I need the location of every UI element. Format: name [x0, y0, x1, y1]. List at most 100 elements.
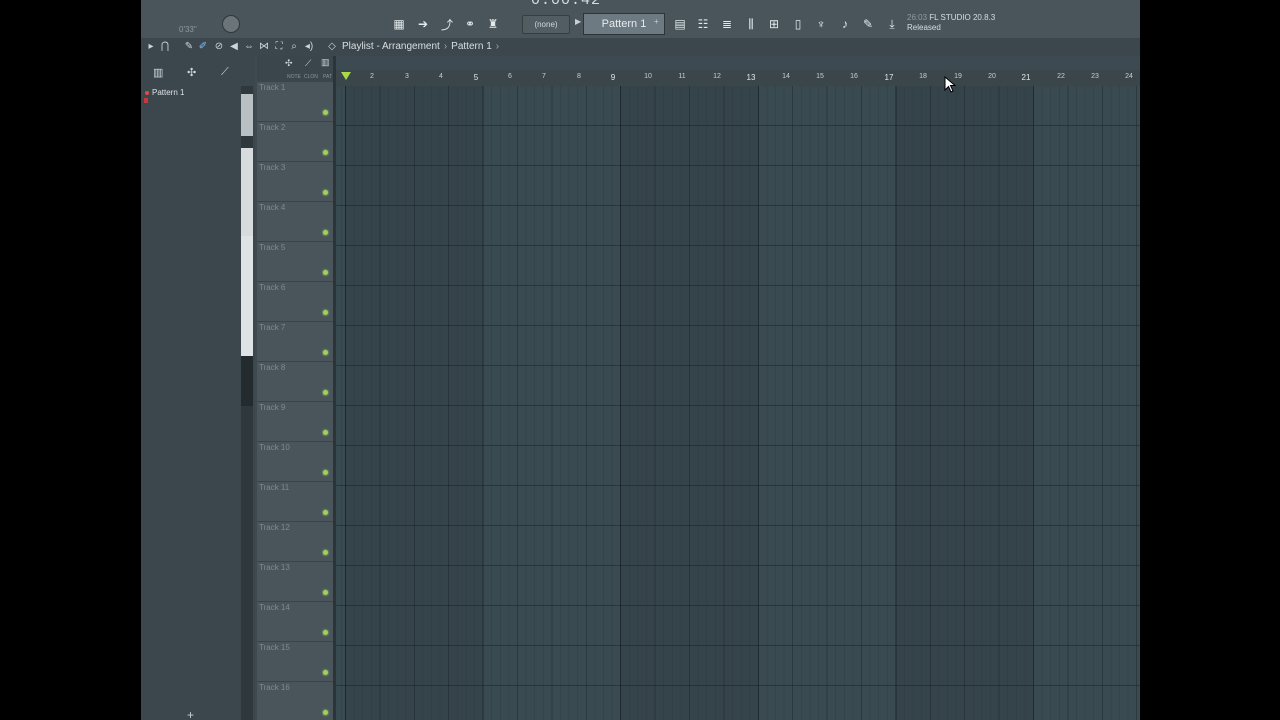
master-volume-knob[interactable] — [222, 15, 240, 33]
automation-view-icon[interactable]: ⟋ — [221, 66, 229, 79]
slide-icon[interactable]: ⟋ — [305, 58, 311, 69]
track-mute-led[interactable] — [323, 470, 328, 475]
pattern-block-icon[interactable]: ▥ — [321, 57, 330, 68]
track-header[interactable]: Track 2 — [257, 122, 333, 162]
track-mute-led[interactable] — [323, 550, 328, 555]
track-header[interactable]: Track 11 — [257, 482, 333, 522]
track-header[interactable]: Track 10 — [257, 442, 333, 482]
track-name: Track 16 — [259, 683, 290, 692]
track-mute-led[interactable] — [323, 390, 328, 395]
channel-rack-icon[interactable]: ☷ — [693, 15, 713, 33]
track-mute-led[interactable] — [323, 110, 328, 115]
track-header[interactable]: Track 9 — [257, 402, 333, 442]
playback-icon[interactable]: ◂) — [303, 41, 315, 53]
pattern-add-icon[interactable]: + — [654, 17, 659, 26]
hierarchy-icon[interactable]: ⊞ — [764, 15, 784, 33]
pattern-selector[interactable]: Pattern 1 — [583, 13, 665, 35]
track-header[interactable]: Track 5 — [257, 242, 333, 282]
track-header[interactable]: Track 4 — [257, 202, 333, 242]
track-header[interactable]: Track 15 — [257, 642, 333, 682]
paint-brush-icon[interactable]: ✐ — [197, 41, 209, 53]
bar-number: 8 — [577, 73, 581, 80]
picker-panel: ▥ ✣ ⟋ Pattern 1 + — [141, 56, 255, 720]
playlist-icon[interactable]: ▤ — [670, 15, 690, 33]
pattern-view-icon[interactable]: ▥ — [153, 66, 163, 79]
track-header[interactable]: Track 16 — [257, 682, 333, 720]
header-label-note: NOTE — [287, 74, 301, 80]
picker-scrollbar[interactable] — [241, 86, 253, 720]
bar-number: 2 — [370, 73, 374, 80]
timeline-ruler[interactable]: 2 3 4 5 6 7 8 9 10 11 12 13 14 15 16 17 … — [336, 70, 1140, 87]
arrow-right-icon[interactable]: ➔ — [413, 15, 433, 33]
header-label-clon: CLON — [304, 74, 318, 80]
pattern-prev-icon[interactable]: ▶ — [575, 17, 581, 26]
breadcrumb-separator-end: › — [495, 41, 500, 52]
mouse-cursor-icon — [944, 76, 957, 93]
track-mute-led[interactable] — [323, 670, 328, 675]
pencil-icon[interactable]: ✎ — [183, 41, 195, 53]
picker-item-pattern-1[interactable]: Pattern 1 — [145, 88, 241, 98]
snap-selector[interactable]: (none) — [522, 15, 570, 34]
plugin-icon[interactable]: ♆ — [811, 15, 831, 33]
download-icon[interactable]: ⤓ — [882, 15, 902, 33]
wrench-icon[interactable]: ✎ — [858, 15, 878, 33]
bar-number: 20 — [988, 73, 996, 80]
mute-icon[interactable]: ◀ — [228, 41, 240, 53]
link-icon[interactable]: ⚭ — [460, 15, 480, 33]
scroll-segment — [241, 148, 253, 240]
picker-item-label: Pattern 1 — [152, 88, 185, 97]
track-mute-led[interactable] — [323, 710, 328, 715]
browser-icon[interactable]: ▯ — [788, 15, 808, 33]
breadcrumb-playlist[interactable]: Playlist - Arrangement — [342, 41, 440, 52]
track-header[interactable]: Track 8 — [257, 362, 333, 402]
magnet-icon[interactable]: ⋂ — [159, 41, 171, 53]
track-name: Track 12 — [259, 523, 290, 532]
bar-number: 11 — [678, 73, 686, 80]
slip-icon[interactable]: ⇔ — [243, 41, 255, 53]
tempo-icon[interactable]: ♪ — [835, 15, 855, 33]
arrange-arrows-icon[interactable]: ◇ — [326, 41, 338, 53]
track-header[interactable]: Track 14 — [257, 602, 333, 642]
track-mute-led[interactable] — [323, 510, 328, 515]
select-icon[interactable]: ⛶ — [273, 41, 285, 53]
track-header[interactable]: Track 13 — [257, 562, 333, 602]
slice-icon[interactable]: ⋈ — [258, 41, 270, 53]
playhead-marker[interactable] — [341, 72, 351, 80]
track-mute-led[interactable] — [323, 230, 328, 235]
track-name: Track 4 — [259, 203, 286, 212]
mixer-icon[interactable]: ≣ — [717, 15, 737, 33]
curve-icon[interactable]: ⤴ — [437, 15, 457, 33]
piano-roll-icon[interactable]: ▦ — [389, 15, 409, 33]
track-mute-led[interactable] — [323, 270, 328, 275]
hint-time: 26:03 — [907, 13, 928, 22]
zoom-icon[interactable]: ⌕ — [288, 41, 300, 53]
playlist-menu-icon[interactable]: ▸ — [145, 41, 157, 53]
breadcrumb-separator: › — [443, 41, 448, 52]
breadcrumb-pattern[interactable]: Pattern 1 — [451, 41, 492, 52]
add-icon[interactable]: + — [187, 708, 194, 720]
track-header[interactable]: Track 6 — [257, 282, 333, 322]
track-mute-led[interactable] — [323, 430, 328, 435]
picker-tools: ▥ ✣ ⟋ — [141, 56, 255, 86]
track-mute-led[interactable] — [323, 310, 328, 315]
track-mute-led[interactable] — [323, 590, 328, 595]
track-mute-led[interactable] — [323, 630, 328, 635]
bar-number: 5 — [473, 73, 479, 82]
track-header[interactable]: Track 3 — [257, 162, 333, 202]
track-header[interactable]: Track 1 — [257, 82, 333, 122]
track-mute-led[interactable] — [323, 350, 328, 355]
move-icon[interactable]: ✣ — [285, 58, 293, 69]
breadcrumb: Playlist - Arrangement › Pattern 1 › — [342, 41, 503, 52]
delete-icon[interactable]: ⊘ — [213, 41, 225, 53]
faders-icon[interactable]: ⫼ — [741, 15, 761, 33]
track-mute-led[interactable] — [323, 150, 328, 155]
track-header[interactable]: Track 12 — [257, 522, 333, 562]
audio-view-icon[interactable]: ✣ — [187, 66, 196, 79]
stamp-icon[interactable]: ♜ — [483, 15, 503, 33]
bar-number: 21 — [1021, 73, 1031, 82]
bar-number: 23 — [1091, 73, 1099, 80]
playlist-grid[interactable] — [336, 86, 1140, 720]
track-name: Track 13 — [259, 563, 290, 572]
track-mute-led[interactable] — [323, 190, 328, 195]
track-header[interactable]: Track 7 — [257, 322, 333, 362]
